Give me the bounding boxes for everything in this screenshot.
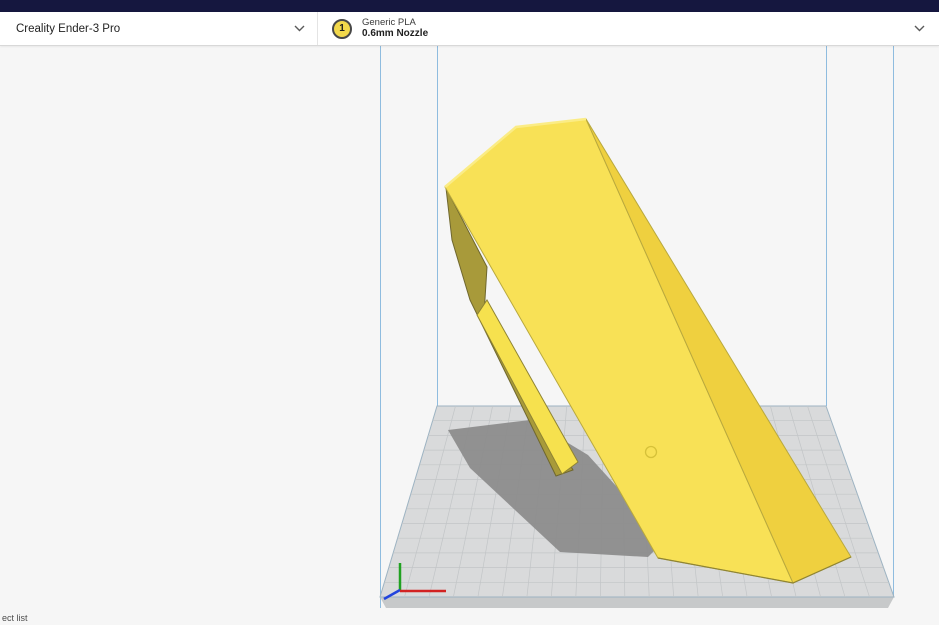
scene-3d[interactable] xyxy=(0,46,939,625)
nozzle-size: 0.6mm Nozzle xyxy=(362,28,429,40)
chevron-down-icon xyxy=(294,25,305,32)
extruder-badge: 1 xyxy=(332,18,352,39)
configuration-toolbar: Creality Ender-3 Pro 1 Generic PLA 0.6mm… xyxy=(0,12,939,46)
build-plate-skirt xyxy=(380,597,894,608)
object-list-label[interactable]: ect list xyxy=(2,613,28,623)
printer-name: Creality Ender-3 Pro xyxy=(16,22,121,35)
viewport-3d[interactable]: ect list xyxy=(0,46,939,625)
printer-selector[interactable]: Creality Ender-3 Pro xyxy=(0,12,318,45)
material-name: Generic PLA xyxy=(362,16,416,28)
cura-window: Creality Ender-3 Pro 1 Generic PLA 0.6mm… xyxy=(0,0,939,625)
material-selector[interactable]: 1 Generic PLA 0.6mm Nozzle xyxy=(318,12,939,45)
chevron-down-icon xyxy=(914,25,925,32)
app-header-bar xyxy=(0,0,939,12)
material-info: Generic PLA 0.6mm Nozzle xyxy=(362,17,428,40)
